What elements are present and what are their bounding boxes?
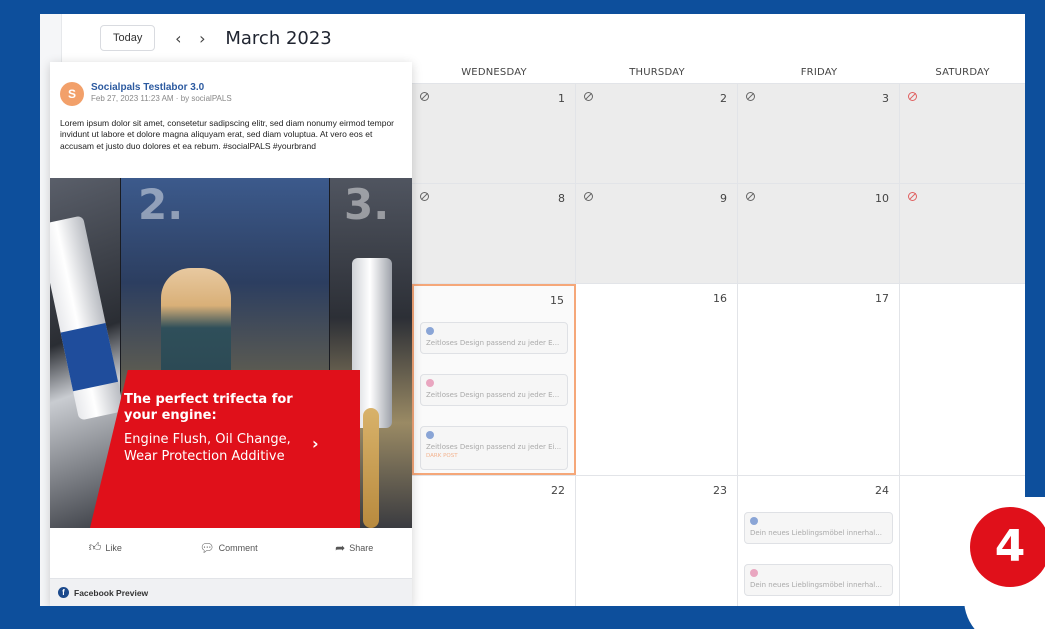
calendar-toolbar: Today ‹ › March 2023 <box>62 14 1025 62</box>
thumbs-up-icon: 👍︎ <box>88 540 102 554</box>
blocked-icon <box>584 92 593 101</box>
day-cell-selected[interactable]: 15 Zeitloses Design passend zu jeder E..… <box>412 284 576 475</box>
chevron-right-icon[interactable]: › <box>312 434 319 453</box>
day-cell[interactable]: 17 <box>738 284 900 475</box>
post-card-text: Dein neues Lieblingsmöbel innerhal... <box>750 581 882 589</box>
product-can-image <box>50 215 125 421</box>
instagram-icon <box>750 569 758 577</box>
oil-pour-image <box>363 408 379 528</box>
like-label: Like <box>105 542 122 553</box>
scheduled-post-card[interactable]: Zeitloses Design passend zu jeder Ei... … <box>420 426 568 470</box>
day-number: 24 <box>875 484 889 497</box>
post-actions: 👍︎ Like 💬︎ Comment ➦ Share <box>50 540 412 555</box>
blocked-icon <box>746 92 755 101</box>
chevron-right-icon[interactable]: › <box>197 29 207 48</box>
day-number: 16 <box>713 292 727 305</box>
scheduled-post-card[interactable]: Dein neues Lieblingsmöbel innerhal... <box>744 512 893 544</box>
comment-button[interactable]: 💬︎ Comment <box>199 540 257 555</box>
day-number: 3 <box>882 92 889 105</box>
day-number: 15 <box>550 294 564 307</box>
week-row: 8 9 10 <box>412 184 1025 284</box>
blocked-icon <box>908 192 917 201</box>
facebook-icon <box>426 431 434 439</box>
scheduled-post-card[interactable]: Zeitloses Design passend zu jeder E... <box>420 322 568 354</box>
comment-icon: 💬︎ <box>199 540 215 555</box>
post-card-text: Dein neues Lieblingsmöbel innerhal... <box>750 529 882 537</box>
calendar-grid: WEDNESDAY THURSDAY FRIDAY SATURDAY 1 2 3 <box>412 62 1025 606</box>
post-image: 2. 3. The perfect trifecta for your engi… <box>50 178 412 528</box>
share-label: Share <box>349 542 374 553</box>
share-button[interactable]: ➦ Share <box>335 540 373 555</box>
instagram-icon <box>426 379 434 387</box>
scheduled-post-card[interactable]: Zeitloses Design passend zu jeder E... <box>420 374 568 406</box>
day-number: 8 <box>558 192 565 205</box>
facebook-icon <box>750 517 758 525</box>
avatar: S <box>60 82 84 106</box>
blocked-icon <box>420 92 429 101</box>
day-cell[interactable] <box>900 84 1025 183</box>
post-card-text: Zeitloses Design passend zu jeder E... <box>426 391 560 399</box>
page-name[interactable]: Socialpals Testlabor 3.0 <box>91 82 232 93</box>
post-date: Feb 27, 2023 11:23 AM · by socialPALS <box>91 94 232 103</box>
day-cell[interactable]: 3 <box>738 84 900 183</box>
blocked-icon <box>584 192 593 201</box>
day-cell[interactable]: 2 <box>576 84 738 183</box>
day-number: 17 <box>875 292 889 305</box>
day-header-saturday: SATURDAY <box>935 67 990 78</box>
promo-title: The perfect trifecta for your engine: <box>124 392 293 423</box>
day-cell[interactable] <box>900 284 1025 475</box>
day-number: 23 <box>713 484 727 497</box>
blocked-icon <box>420 192 429 201</box>
chevron-left-icon[interactable]: ‹ <box>173 29 183 48</box>
day-number: 2 <box>720 92 727 105</box>
day-cell[interactable]: 24 Dein neues Lieblingsmöbel innerhal...… <box>738 476 900 606</box>
blocked-icon <box>908 92 917 101</box>
day-number: 22 <box>551 484 565 497</box>
post-card-text: Zeitloses Design passend zu jeder Ei... <box>426 443 562 451</box>
day-cell[interactable]: 22 <box>412 476 576 606</box>
comment-label: Comment <box>218 542 258 553</box>
day-number: 10 <box>875 192 889 205</box>
preview-footer-label: Facebook Preview <box>74 587 149 598</box>
week-row: 1 2 3 <box>412 84 1025 184</box>
facebook-preview-panel: S Socialpals Testlabor 3.0 Feb 27, 2023 … <box>50 62 412 606</box>
day-header-friday: FRIDAY <box>800 67 838 78</box>
scheduled-post-card[interactable]: Dein neues Lieblingsmöbel innerhal... <box>744 564 893 596</box>
facebook-icon <box>426 327 434 335</box>
share-icon: ➦ <box>335 540 346 555</box>
promo-body: Engine Flush, Oil Change, Wear Protectio… <box>124 432 291 464</box>
day-cell[interactable]: 10 <box>738 184 900 283</box>
day-cell[interactable]: 1 <box>412 84 576 183</box>
preview-footer: f Facebook Preview <box>50 578 412 606</box>
day-header-thursday: THURSDAY <box>629 67 685 78</box>
day-headers: WEDNESDAY THURSDAY FRIDAY SATURDAY <box>412 62 1025 84</box>
blocked-icon <box>746 192 755 201</box>
facebook-icon: f <box>58 587 69 598</box>
day-cell[interactable]: 9 <box>576 184 738 283</box>
post-header: S Socialpals Testlabor 3.0 Feb 27, 2023 … <box>60 82 232 106</box>
day-cell[interactable]: 16 <box>576 284 738 475</box>
step-number-2: 2. <box>138 180 184 229</box>
month-title: March 2023 <box>225 27 332 49</box>
post-meta: Socialpals Testlabor 3.0 Feb 27, 2023 11… <box>91 82 232 106</box>
day-number: 9 <box>720 192 727 205</box>
week-row: 22 23 24 Dein neues Lieblingsmöbel inner… <box>412 476 1025 606</box>
calendar-app: Today ‹ › March 2023 WEDNESDAY THURSDAY … <box>40 14 1025 606</box>
post-card-text: Zeitloses Design passend zu jeder E... <box>426 339 560 347</box>
week-row: 15 Zeitloses Design passend zu jeder E..… <box>412 284 1025 476</box>
day-cell[interactable]: 8 <box>412 184 576 283</box>
like-button[interactable]: 👍︎ Like <box>89 540 122 555</box>
step-number-3: 3. <box>344 180 390 229</box>
post-text: Lorem ipsum dolor sit amet, consetetur s… <box>60 118 395 151</box>
step-badge: 4 <box>970 507 1045 587</box>
today-button[interactable]: Today <box>100 25 156 51</box>
day-cell[interactable] <box>900 184 1025 283</box>
day-cell[interactable]: 23 <box>576 476 738 606</box>
day-header-wednesday: WEDNESDAY <box>461 67 527 78</box>
day-number: 1 <box>558 92 565 105</box>
post-status-label: DARK POST <box>426 453 458 459</box>
